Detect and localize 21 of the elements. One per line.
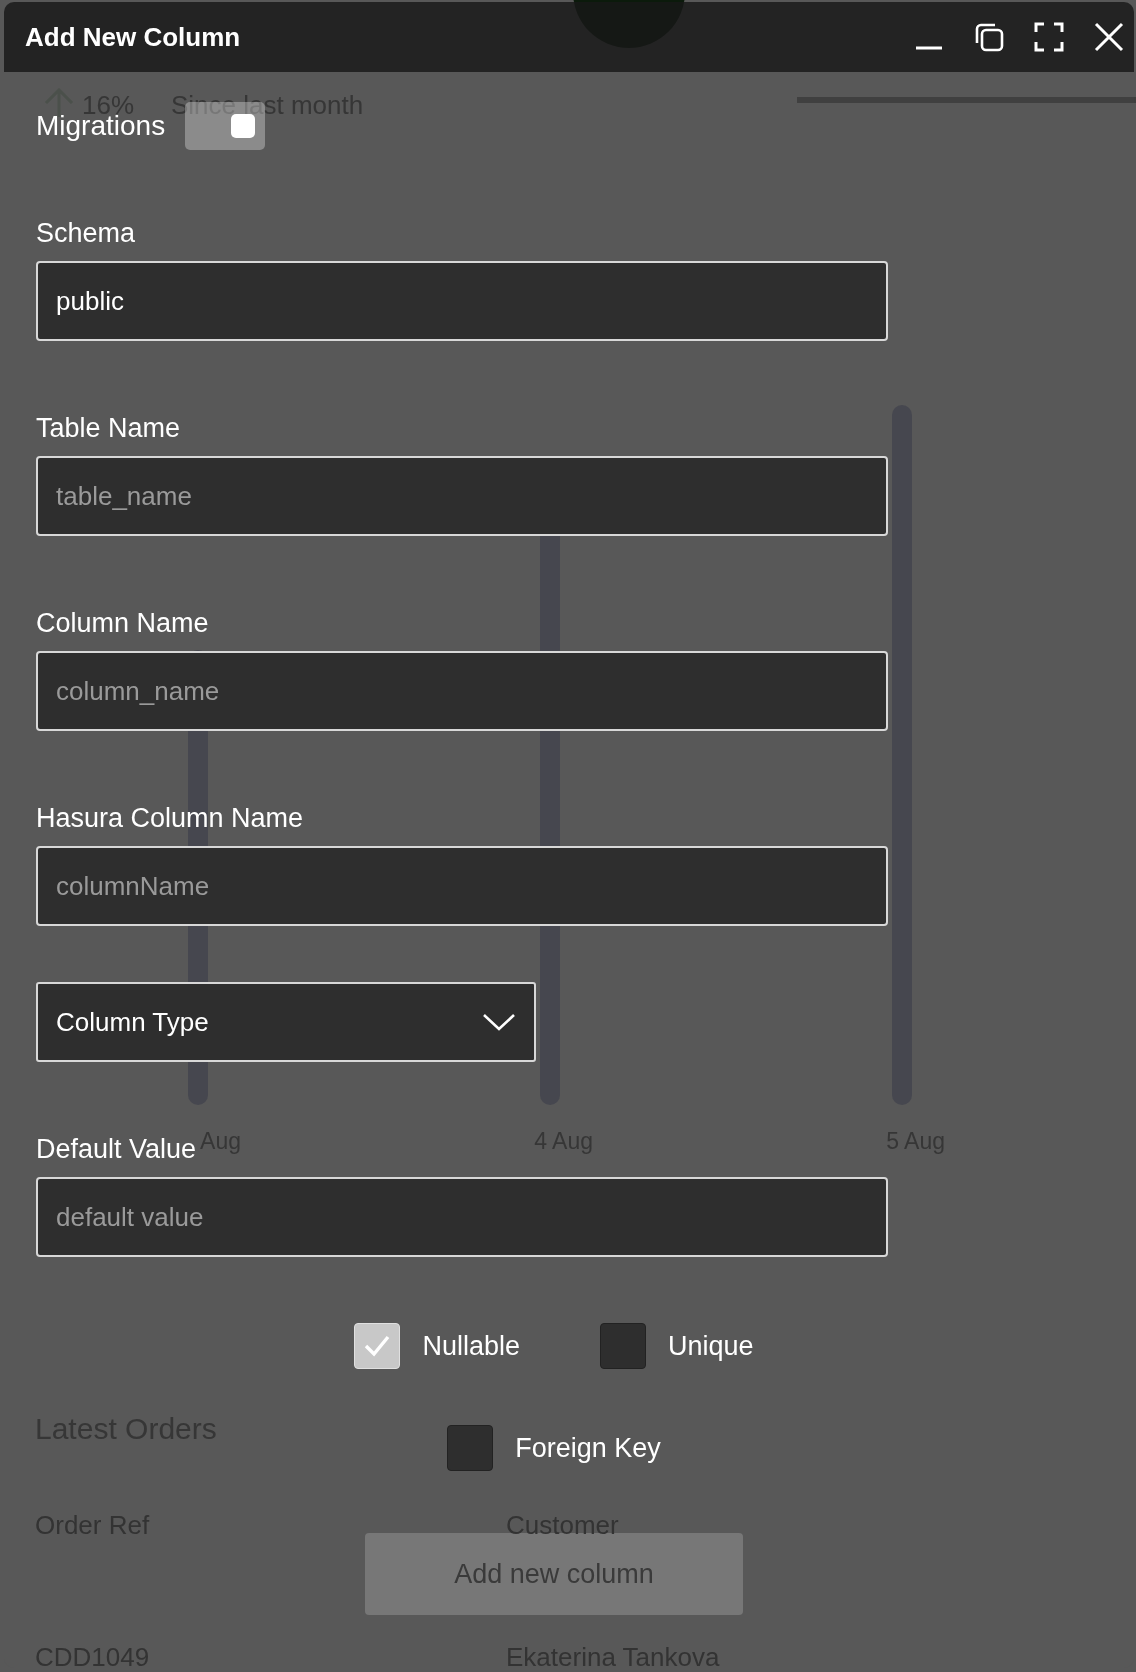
field-label: Table Name (36, 413, 181, 444)
input-field[interactable]: column_name (36, 651, 888, 731)
dropdown-field[interactable]: Column Type (36, 982, 536, 1062)
checkbox-label: Foreign Key (515, 1432, 661, 1464)
input-field[interactable]: columnName (36, 846, 888, 926)
field-label: Column Name (36, 608, 209, 639)
window-title: Add New Column (25, 21, 241, 53)
field-label: Hasura Column Name (36, 803, 304, 834)
fullscreen-icon[interactable] (1034, 22, 1064, 52)
checkbox[interactable] (600, 1323, 646, 1369)
chevron-down-icon (482, 1012, 516, 1032)
checkbox-label: Nullable (422, 1330, 520, 1362)
field-label: Default Value (36, 1134, 197, 1165)
close-icon[interactable] (1094, 22, 1124, 52)
input-field[interactable]: public (36, 261, 888, 341)
input-field[interactable]: table_name (36, 456, 888, 536)
restore-icon[interactable] (974, 22, 1004, 52)
checkbox[interactable] (447, 1425, 494, 1471)
field-label: Schema (36, 218, 136, 249)
input-field[interactable]: default value (36, 1177, 888, 1257)
checkbox-label: Unique (668, 1330, 754, 1362)
